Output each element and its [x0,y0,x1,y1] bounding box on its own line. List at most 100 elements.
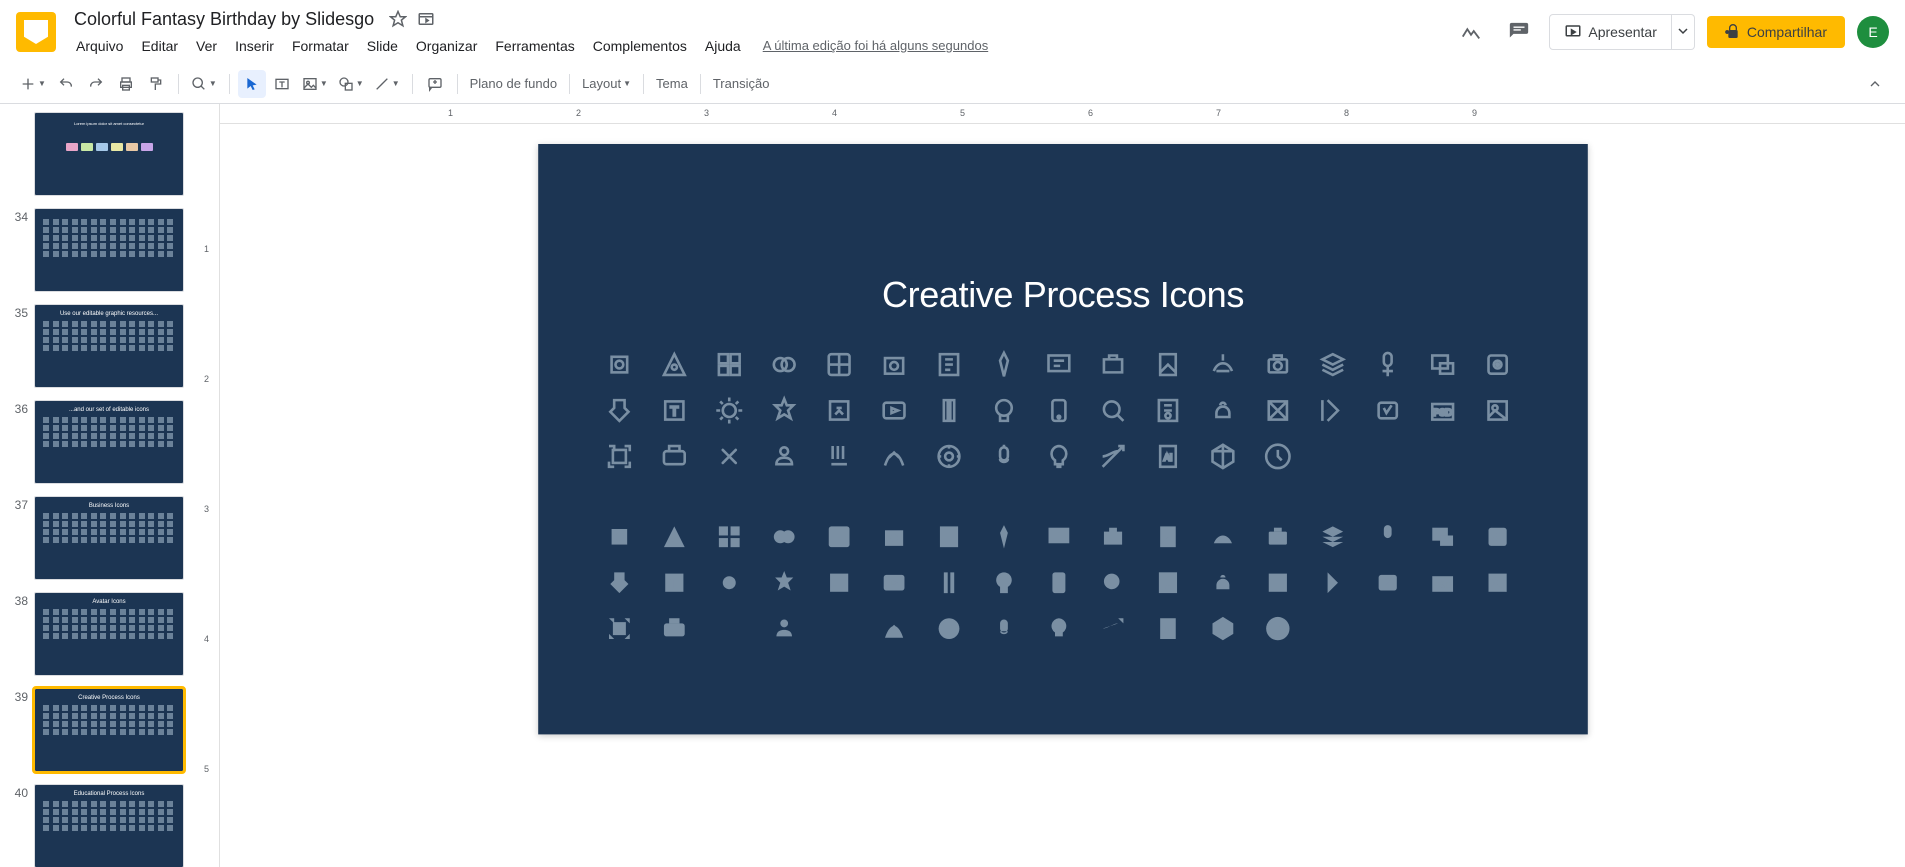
creative-icon[interactable] [988,441,1019,472]
creative-icon[interactable] [1317,349,1348,380]
layout-button[interactable]: Layout▼ [578,70,635,98]
creative-icon[interactable] [823,395,854,426]
creative-icon[interactable] [1262,395,1293,426]
creative-icon[interactable] [1372,567,1403,598]
creative-icon[interactable]: T [658,567,689,598]
menu-file[interactable]: Arquivo [68,34,131,58]
share-button[interactable]: Compartilhar [1707,16,1845,48]
creative-icon[interactable] [823,521,854,552]
canvas-scroll[interactable]: Creative Process Icons TPSDAi TPSDAi [220,124,1905,867]
menu-edit[interactable]: Editar [133,34,186,58]
paint-format-button[interactable] [142,70,170,98]
creative-icon[interactable] [823,349,854,380]
slide-thumbnail[interactable]: Creative Process Icons [34,688,184,772]
slide-thumbnail[interactable] [34,208,184,292]
creative-icon[interactable] [1097,441,1128,472]
creative-icon[interactable] [1372,521,1403,552]
creative-icon[interactable] [1207,349,1238,380]
creative-icon[interactable] [1262,441,1293,472]
line-tool[interactable]: ▼ [370,70,404,98]
creative-icon[interactable] [878,613,909,644]
creative-icon[interactable] [1152,567,1183,598]
slide-thumbnail[interactable]: ...and our set of editable icons [34,400,184,484]
redo-button[interactable] [82,70,110,98]
slide-heading[interactable]: Creative Process Icons [538,144,1588,316]
slide-thumbnail[interactable]: Lorem ipsum dolor sit amet consectetur [34,112,184,196]
creative-icon[interactable] [1207,613,1238,644]
creative-icon[interactable] [933,521,964,552]
filmstrip[interactable]: Lorem ipsum dolor sit amet consectetur34… [0,104,200,867]
creative-icon[interactable] [658,521,689,552]
creative-icon[interactable] [1097,395,1128,426]
creative-icon[interactable] [1317,567,1348,598]
creative-icon[interactable] [1482,395,1513,426]
creative-icon[interactable] [878,567,909,598]
slides-logo[interactable] [16,12,56,52]
creative-icon[interactable] [768,613,799,644]
creative-icon[interactable] [1372,395,1403,426]
creative-icon[interactable] [1152,521,1183,552]
new-slide-button[interactable]: ▼ [16,70,50,98]
creative-icon[interactable] [768,567,799,598]
user-avatar[interactable]: E [1857,16,1889,48]
creative-icon[interactable] [933,613,964,644]
creative-icon[interactable] [658,441,689,472]
creative-icon[interactable] [1372,349,1403,380]
creative-icon[interactable] [1262,567,1293,598]
select-tool[interactable] [238,70,266,98]
creative-icon[interactable] [1042,349,1073,380]
creative-icon[interactable] [878,395,909,426]
creative-icon[interactable] [1207,521,1238,552]
creative-icon[interactable] [658,613,689,644]
document-title[interactable]: Colorful Fantasy Birthday by Slidesgo [68,7,380,32]
slide-thumbnail[interactable]: Avatar Icons [34,592,184,676]
present-dropdown[interactable] [1672,14,1695,50]
creative-icon[interactable] [1097,613,1128,644]
menu-tools[interactable]: Ferramentas [487,34,582,58]
slide-thumbnail[interactable]: Educational Process Icons [34,784,184,867]
creative-icon[interactable] [988,349,1019,380]
creative-icon[interactable] [658,349,689,380]
creative-icon[interactable] [878,441,909,472]
creative-icon[interactable] [713,521,744,552]
creative-icon[interactable] [768,349,799,380]
creative-icon[interactable] [1262,349,1293,380]
undo-button[interactable] [52,70,80,98]
creative-icon[interactable] [713,395,744,426]
creative-icon[interactable] [603,395,634,426]
creative-icon[interactable] [1482,567,1513,598]
theme-button[interactable]: Tema [652,70,692,98]
menu-insert[interactable]: Inserir [227,34,282,58]
creative-icon[interactable] [988,521,1019,552]
creative-icon[interactable] [933,349,964,380]
creative-icon[interactable] [1097,521,1128,552]
creative-icon[interactable] [1042,441,1073,472]
menu-format[interactable]: Formatar [284,34,357,58]
creative-icon[interactable] [1482,349,1513,380]
creative-icon[interactable] [768,441,799,472]
creative-icon[interactable] [988,395,1019,426]
menu-view[interactable]: Ver [188,34,225,58]
textbox-tool[interactable] [268,70,296,98]
star-icon[interactable] [388,9,408,29]
comment-tool[interactable] [421,70,449,98]
image-tool[interactable]: ▼ [298,70,332,98]
creative-icon[interactable] [988,613,1019,644]
slide-thumbnail[interactable]: Use our editable graphic resources... [34,304,184,388]
creative-icon[interactable] [1097,567,1128,598]
creative-icon[interactable] [1207,567,1238,598]
creative-icon[interactable]: Ai [1152,613,1183,644]
creative-icon[interactable] [1262,613,1293,644]
creative-icon[interactable] [823,567,854,598]
creative-icon[interactable] [1152,395,1183,426]
last-edit-link[interactable]: A última edição foi há alguns segundos [763,38,989,53]
creative-icon[interactable] [603,613,634,644]
creative-icon[interactable] [713,567,744,598]
creative-icon[interactable] [1427,349,1458,380]
creative-icon[interactable] [1317,395,1348,426]
zoom-button[interactable]: ▼ [187,70,221,98]
creative-icon[interactable] [713,613,744,644]
menu-arrange[interactable]: Organizar [408,34,485,58]
menu-help[interactable]: Ajuda [697,34,749,58]
creative-icon[interactable] [1042,613,1073,644]
